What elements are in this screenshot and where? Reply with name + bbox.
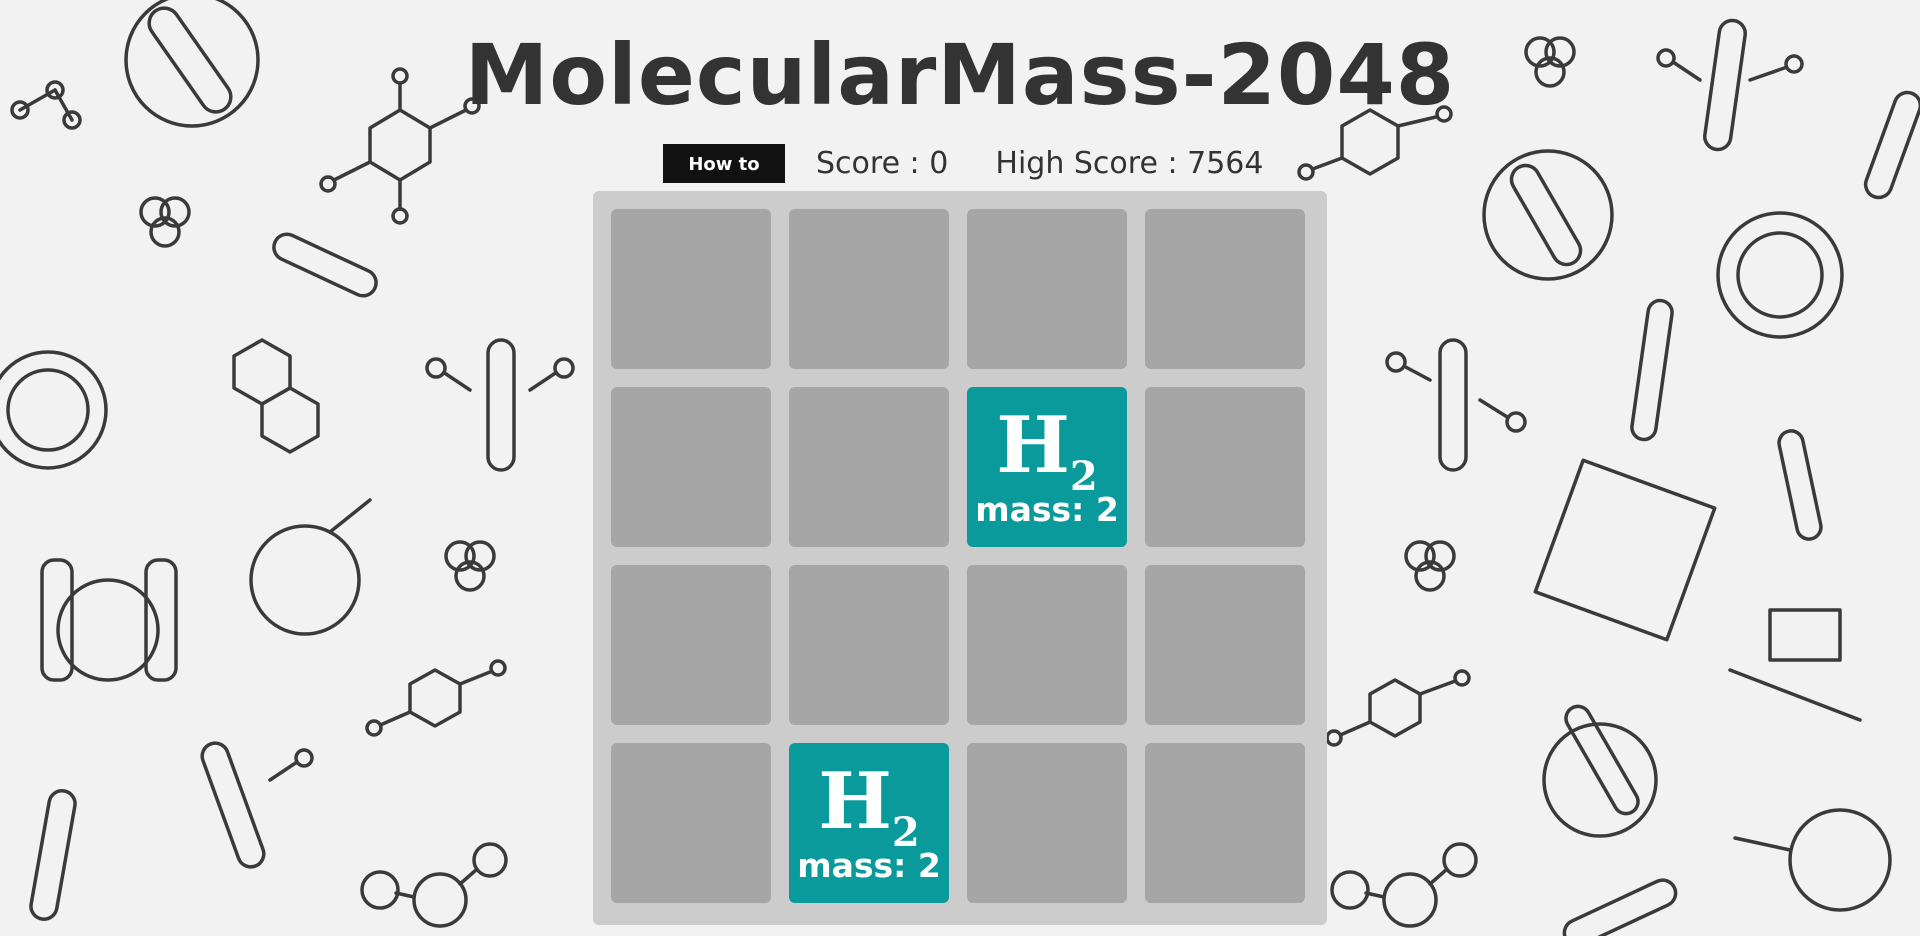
game-board[interactable]: H2 mass: 2 H2 mass: 2 xyxy=(593,191,1327,925)
high-score-value: 7564 xyxy=(1187,146,1264,181)
molecule-bond-icon xyxy=(1330,842,1478,928)
grid-cell xyxy=(789,209,949,369)
gear-icon xyxy=(0,350,108,470)
test-tube-icon xyxy=(1777,429,1823,541)
grid-cell xyxy=(1145,743,1305,903)
gear-icon xyxy=(1716,211,1844,339)
molecule-tile: H2 mass: 2 xyxy=(789,743,949,903)
score-bar: Score : 0 High Score : 7564 xyxy=(816,144,1264,184)
grid-cell xyxy=(967,743,1127,903)
flask-icon xyxy=(1542,704,1658,838)
test-tube-icon xyxy=(1630,298,1674,442)
grid-cell xyxy=(967,209,1127,369)
grid-cell xyxy=(1145,565,1305,725)
molecule-icon xyxy=(365,659,507,737)
test-tube-icon xyxy=(272,232,378,298)
grid-cell xyxy=(1145,209,1305,369)
game-title: MolecularMass-2048 xyxy=(464,26,1456,124)
molecule-icon xyxy=(1325,669,1471,747)
grid-cell xyxy=(611,209,771,369)
atom-cluster-icon xyxy=(444,540,496,592)
grid-cell xyxy=(611,565,771,725)
game-page: MolecularMass-2048 How to Play Score : 0… xyxy=(0,0,1920,936)
molecule-bond-icon xyxy=(360,842,508,928)
grid-cell xyxy=(611,387,771,547)
score-value: 0 xyxy=(929,146,949,181)
test-tube-rack-icon xyxy=(1385,338,1527,472)
tile-mass: mass: 2 xyxy=(797,846,941,885)
atom-cluster-icon xyxy=(139,196,191,248)
grid-cell xyxy=(789,387,949,547)
test-tube-icon xyxy=(1562,878,1678,936)
how-to-play-button[interactable]: How to Play xyxy=(663,144,785,214)
petri-dish-icon xyxy=(1733,808,1892,912)
tile-mass: mass: 2 xyxy=(975,490,1119,529)
tile-symbol: H xyxy=(818,756,892,847)
grid-cell xyxy=(611,743,771,903)
grid-cell xyxy=(967,565,1127,725)
molecule-tile: H2 mass: 2 xyxy=(967,387,1127,547)
test-tube-icon xyxy=(29,789,77,921)
flask-icon xyxy=(249,498,372,636)
beaker-icon xyxy=(40,558,178,682)
test-tube-rack-icon xyxy=(425,338,575,472)
hexagon-molecule-icon xyxy=(232,338,320,454)
tile-symbol: H xyxy=(996,400,1070,491)
grid-cell xyxy=(789,565,949,725)
badge-test-tube-icon xyxy=(1482,149,1614,281)
atom-cluster-icon xyxy=(1404,540,1456,592)
high-score-label: High Score : xyxy=(995,146,1178,181)
grid-cell xyxy=(1145,387,1305,547)
rack-icon xyxy=(1533,458,1717,642)
test-tube-pair-icon xyxy=(200,741,314,869)
stand-icon xyxy=(1728,608,1862,722)
score-label: Score : xyxy=(816,146,920,181)
